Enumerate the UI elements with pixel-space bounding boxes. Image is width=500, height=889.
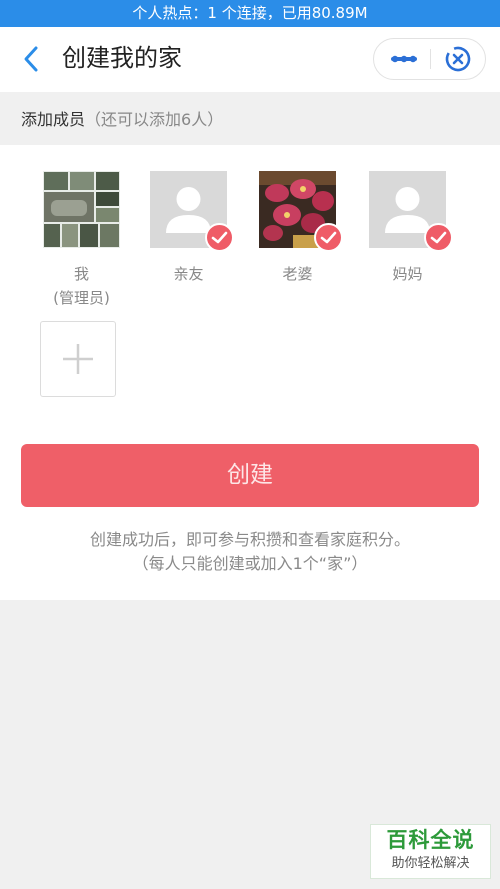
create-limit-note: （每人只能创建或加入1个“家”） <box>132 554 368 573</box>
hotspot-status-text: 个人热点：1 个连接，已用80.89M <box>132 4 368 22</box>
navigation-bar: 创建我的家 <box>0 27 500 92</box>
member-name-text: 我 <box>73 265 89 283</box>
selected-check-badge <box>314 223 343 252</box>
member-role-text: (管理员) <box>53 289 110 307</box>
create-button[interactable]: 创建 <box>21 444 479 507</box>
member-name: 老婆 <box>244 262 351 286</box>
watermark-subtitle: 助你轻松解决 <box>391 856 470 871</box>
member-name-text: 妈妈 <box>392 265 423 283</box>
avatar <box>259 171 343 252</box>
member-name-text: 亲友 <box>173 265 204 283</box>
member-item-friends[interactable]: 亲友 <box>135 171 245 291</box>
avatar <box>150 171 234 252</box>
chevron-left-icon <box>24 46 38 72</box>
member-name: 妈妈 <box>354 262 461 286</box>
close-button[interactable] <box>431 39 486 79</box>
mini-program-capsule <box>373 38 486 80</box>
members-label: 添加成员 <box>21 110 86 129</box>
hotspot-status-bar: 个人热点：1 个连接，已用80.89M <box>0 0 500 27</box>
checkmark-icon <box>430 231 447 244</box>
avatar <box>369 171 453 252</box>
page-title: 创建我的家 <box>62 44 182 72</box>
target-close-icon <box>445 46 471 72</box>
ellipsis-icon <box>391 55 417 63</box>
checkmark-icon <box>211 231 228 244</box>
selected-check-badge <box>424 223 453 252</box>
plus-icon <box>63 344 93 374</box>
collage-avatar-image <box>43 171 120 248</box>
more-button[interactable] <box>374 39 430 79</box>
create-info-note: 创建成功后，即可参与积攒和查看家庭积分。 <box>89 530 410 549</box>
add-member-button[interactable] <box>40 321 116 397</box>
member-item-mom[interactable]: 妈妈 <box>354 171 464 291</box>
checkmark-icon <box>320 231 337 244</box>
watermark-title: 百科全说 <box>386 828 475 852</box>
baike-watermark-logo: 百科全说 助你轻松解决 <box>370 824 491 879</box>
members-section-header: 添加成员（还可以添加6人） <box>0 92 500 145</box>
member-item-wife[interactable]: 老婆 <box>244 171 354 291</box>
member-item-me[interactable]: 我 (管理员) <box>28 171 138 311</box>
back-button[interactable] <box>14 41 50 77</box>
avatar <box>43 171 120 248</box>
member-name: 亲友 <box>135 262 242 286</box>
members-remaining-hint: （还可以添加6人） <box>85 110 224 129</box>
member-name-text: 老婆 <box>282 265 313 283</box>
selected-check-badge <box>205 223 234 252</box>
members-panel: 我 (管理员) 亲友 老婆 妈妈 创建 创建成功后，即可参与积攒和查看家庭积分。… <box>0 145 500 600</box>
member-name: 我 (管理员) <box>28 262 135 310</box>
